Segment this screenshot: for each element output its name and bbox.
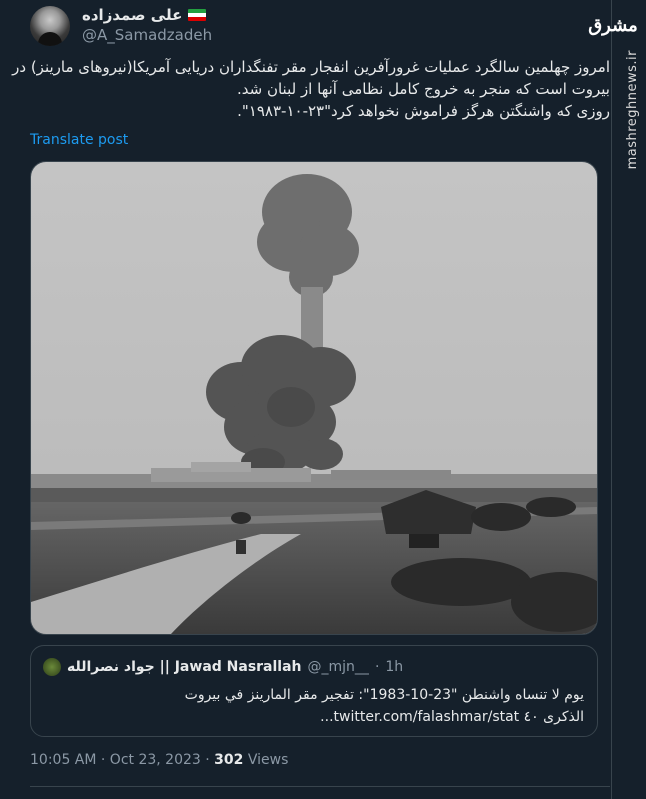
quoted-text: يوم لا تنساه واشنطن "23-10-1983": تفجير … (43, 684, 584, 728)
iran-flag-icon (188, 9, 207, 21)
name-row: علی صمدزاده (82, 6, 207, 24)
handle[interactable]: @A_Samadzadeh (82, 26, 212, 44)
tweet-text-line: امروز چهلمین سالگرد عملیات غرورآفرین انف… (12, 58, 610, 76)
separator-dot: · (374, 659, 380, 675)
tweet-text-line: بیروت است که منجر به خروج کامل نظامی آنه… (236, 80, 610, 98)
tweet-header: علی صمدزاده @A_Samadzadeh (30, 6, 610, 46)
views-count: 302 (214, 752, 244, 768)
quoted-avatar (43, 658, 61, 676)
tweet-meta: 10:05 AM · Oct 23, 2023 · 302 Views (30, 752, 288, 768)
tweet-text-line: روزی که واشنگتن هرگز فراموش نخواهد کرد"۲… (237, 102, 610, 120)
flag-stripe-red (188, 17, 207, 21)
quoted-text-line: الذكرى ٤٠ twitter.com/falashmar/stat... (320, 709, 584, 725)
tweet-text: امروز چهلمین سالگرد عملیات غرورآفرین انف… (12, 56, 610, 122)
translate-post-link[interactable]: Translate post (30, 132, 128, 148)
quoted-text-line: يوم لا تنساه واشنطن "23-10-1983": تفجير … (184, 687, 584, 703)
meta-separator: · (205, 752, 215, 768)
avatar[interactable] (30, 6, 70, 46)
tweet-photo[interactable] (30, 161, 598, 635)
quoted-display-name: جواد نصرالله || Jawad Nasrallah (67, 659, 302, 675)
quoted-time: 1h (385, 659, 404, 675)
timestamp[interactable]: 10:05 AM · Oct 23, 2023 (30, 752, 201, 768)
views-label: Views (247, 752, 289, 768)
divider (30, 786, 610, 787)
watermark-url: mashreghnews.ir (625, 50, 640, 170)
quoted-handle: @_mjn__ (307, 659, 369, 675)
quoted-tweet-header: جواد نصرالله || Jawad Nasrallah @_mjn__ … (43, 658, 403, 676)
quoted-tweet[interactable]: جواد نصرالله || Jawad Nasrallah @_mjn__ … (30, 645, 598, 737)
explosion-photo-image (31, 162, 597, 634)
display-name[interactable]: علی صمدزاده (82, 6, 182, 24)
